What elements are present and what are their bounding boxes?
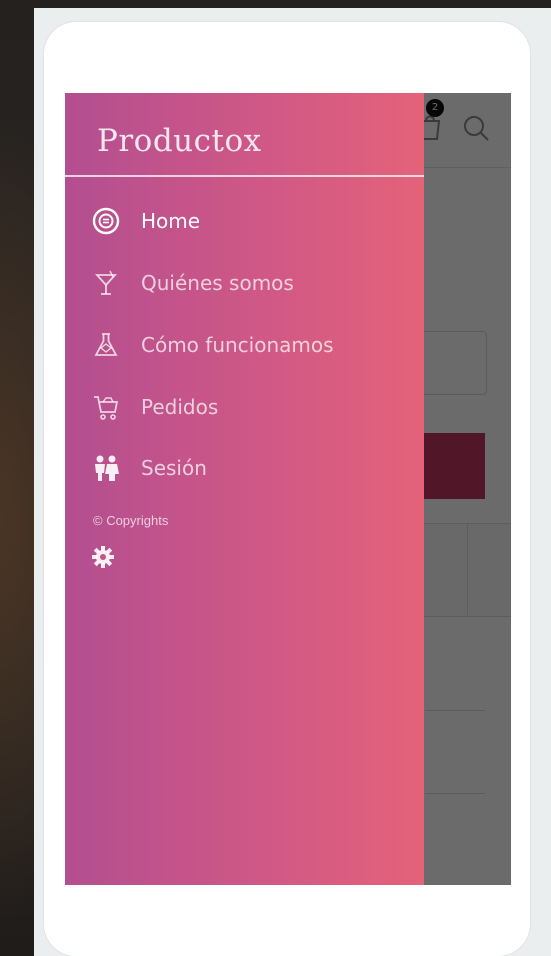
menu-item-label: Quiénes somos [141,271,294,295]
navigation-drawer: Productox Home Quiénes somos Cómo funcio… [65,93,424,885]
drawer-divider [65,175,424,177]
menu-item-quienes-somos[interactable]: Quiénes somos [91,266,411,300]
copyright-text: © Copyrights [93,513,169,528]
shopping-cart-icon [94,396,119,420]
menu-item-sesion[interactable]: Sesión [91,451,411,485]
menu-item-label: Cómo funcionamos [141,333,334,357]
couple-icon [95,455,119,481]
drawer-title: Productox [97,123,262,159]
menu-item-como-funcionamos[interactable]: Cómo funcionamos [91,328,411,362]
menu-item-label: Home [141,209,201,233]
app-screen: 2 Productox Home [65,93,511,885]
menu-item-home[interactable]: Home [91,204,411,238]
menu-item-label: Pedidos [141,395,219,419]
flask-icon [94,333,118,356]
gear-icon[interactable] [91,545,115,569]
cocktail-glass-icon [94,270,118,295]
menu-item-pedidos[interactable]: Pedidos [91,390,411,424]
menu-item-label: Sesión [141,456,207,480]
home-circle-icon [92,207,120,235]
